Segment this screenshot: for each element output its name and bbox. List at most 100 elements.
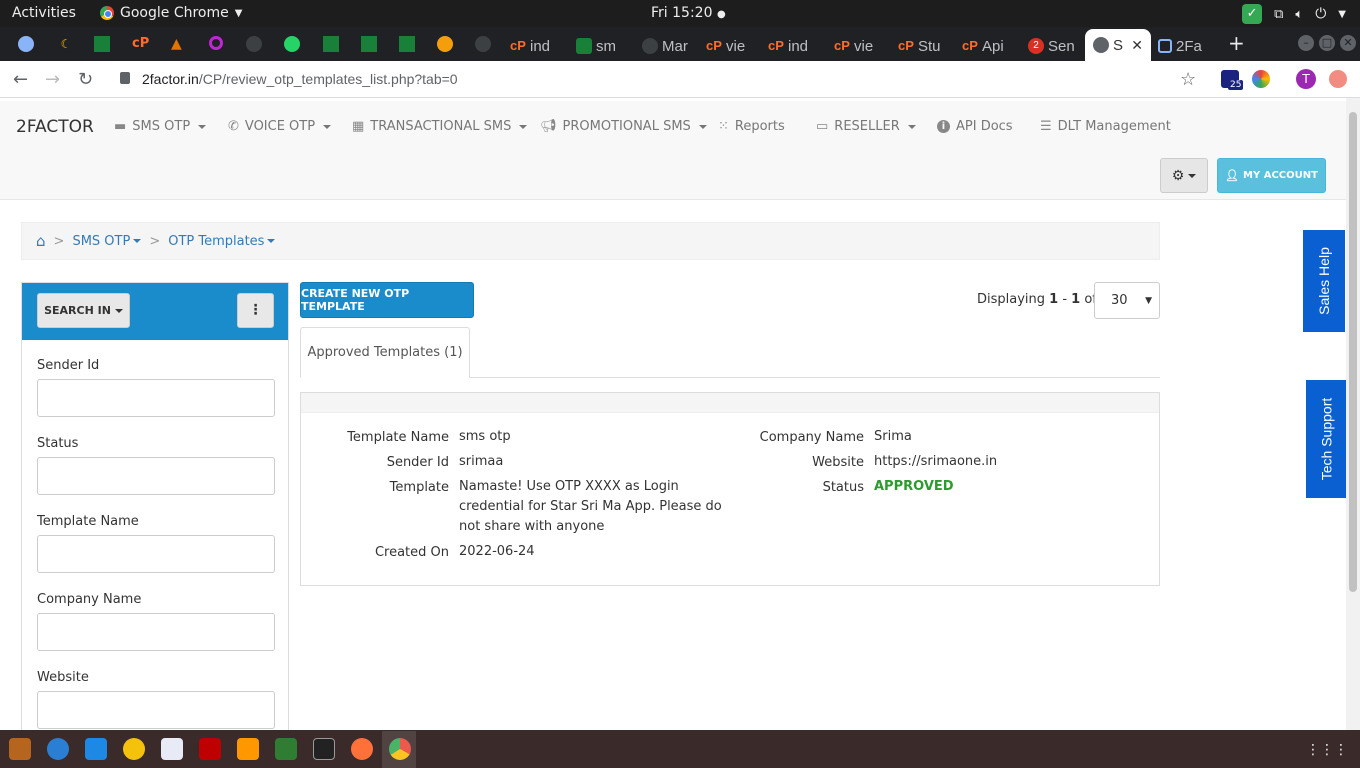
generic-tab-icon[interactable] (475, 36, 491, 52)
sheets-icon[interactable] (399, 36, 415, 52)
circle-icon[interactable] (437, 36, 453, 52)
filezilla-icon[interactable] (199, 738, 221, 760)
company-name-input[interactable] (37, 613, 275, 651)
profile-avatar[interactable]: T (1296, 69, 1316, 89)
warning-icon[interactable]: ▲ (171, 36, 187, 52)
breadcrumb: ⌂ > SMS OTP > OTP Templates (21, 222, 1160, 260)
browser-tab[interactable]: 2 Sen (1028, 31, 1080, 61)
template-name-input[interactable] (37, 535, 275, 573)
breadcrumb-sms-otp[interactable]: SMS OTP (72, 234, 142, 249)
lock-icon[interactable] (120, 72, 130, 84)
colorzilla-icon[interactable] (1252, 70, 1270, 88)
settings-button[interactable]: ⚙ (1160, 158, 1208, 193)
forward-arrow-icon[interactable]: → (45, 69, 60, 90)
update-icon[interactable] (1329, 70, 1347, 88)
per-page-select[interactable]: 30 ▼ (1094, 282, 1160, 319)
close-icon[interactable]: ✕ (1131, 37, 1143, 54)
dolphin-icon[interactable] (85, 738, 107, 760)
website-input[interactable] (37, 691, 275, 729)
system-tray[interactable]: ✓ ⧉ 🔈︎ ⏻ ▼ (1242, 4, 1346, 24)
browser-tab[interactable]: cP vie (834, 31, 886, 61)
address-bar[interactable]: 2factor.in/CP/review_otp_templates_list.… (142, 71, 458, 87)
system-clock[interactable]: Fri 15:20 ● (651, 5, 726, 21)
status-input[interactable] (37, 457, 275, 495)
browser-tab[interactable]: 2Fa (1158, 31, 1208, 61)
user-icon: 👤︎ (1225, 169, 1240, 182)
tech-support-tab[interactable]: Tech Support (1306, 380, 1346, 498)
nav-api-docs[interactable]: i API Docs (937, 119, 1013, 134)
new-tab-icon[interactable]: + (1228, 31, 1245, 55)
nav-promotional-sms[interactable]: 📢︎ PROMOTIONAL SMS (540, 119, 707, 134)
browser-tab[interactable]: cP ind (768, 31, 820, 61)
page-scrollbar[interactable] (1346, 98, 1360, 730)
minimize-icon[interactable]: – (1298, 35, 1314, 51)
browser-tab[interactable]: cP ind (510, 31, 562, 61)
reload-icon[interactable]: ↻ (78, 69, 93, 90)
nav-sms-otp[interactable]: ▬ SMS OTP (114, 119, 207, 134)
activities-button[interactable]: Activities (12, 5, 76, 21)
template-name-value: sms otp (459, 429, 511, 444)
create-template-button[interactable]: CREATE NEW OTP TEMPLATE (300, 282, 474, 318)
browser-tab[interactable]: cP Stu (898, 31, 950, 61)
cpanel-icon: cP (768, 38, 784, 53)
terminal-icon[interactable] (313, 738, 335, 760)
spreadsheet-icon[interactable] (275, 738, 297, 760)
search-in-button[interactable]: SEARCH IN (37, 293, 130, 328)
brand-logo[interactable]: 2FACTOR (16, 117, 94, 137)
sheets-icon[interactable] (361, 36, 377, 52)
template-tabs: Approved Templates (1) (300, 327, 1160, 378)
scrollbar-thumb[interactable] (1349, 112, 1357, 592)
tab-label: vie (854, 37, 874, 55)
tab-label: Api (982, 37, 1004, 55)
status-badge: APPROVED (874, 479, 954, 494)
hdd-icon: ▭ (816, 119, 829, 134)
maximize-icon[interactable]: □ (1319, 35, 1335, 51)
pinned-tab-icon[interactable] (18, 36, 34, 52)
nav-reports[interactable]: ⁙ Reports (718, 119, 785, 134)
sublime-icon[interactable] (237, 738, 259, 760)
nav-voice-otp[interactable]: ✆ VOICE OTP (228, 119, 332, 134)
nav-label: TRANSACTIONAL SMS (370, 119, 512, 134)
whatsapp-icon[interactable] (284, 36, 300, 52)
home-icon[interactable]: ⌂ (36, 232, 46, 250)
browser-tab[interactable]: cP Api (962, 31, 1014, 61)
thunderbird-icon[interactable] (47, 738, 69, 760)
files-cabinet-icon[interactable] (9, 738, 31, 760)
browser-tab[interactable]: sm (576, 31, 628, 61)
my-account-button[interactable]: 👤︎ MY ACCOUNT (1217, 158, 1326, 193)
range-start: 1 (1049, 292, 1059, 307)
check-shield-icon[interactable]: ✓ (1242, 4, 1263, 24)
nav-reseller[interactable]: ▭ RESELLER (816, 119, 916, 134)
breadcrumb-separator: > (149, 233, 161, 249)
generic-tab-icon[interactable] (246, 36, 262, 52)
app-menu[interactable]: Google Chrome ▼ (100, 5, 242, 21)
sheets-icon[interactable] (323, 36, 339, 52)
more-options-button[interactable]: ⋮ (237, 293, 274, 328)
star-icon[interactable]: ☆ (1180, 69, 1196, 90)
tux-icon[interactable] (123, 738, 145, 760)
sales-help-tab[interactable]: Sales Help (1303, 230, 1345, 332)
tab-approved-templates[interactable]: Approved Templates (1) (300, 327, 470, 378)
sheets-icon[interactable] (94, 36, 110, 52)
sender-id-input[interactable] (37, 379, 275, 417)
caret-down-icon (907, 124, 916, 129)
show-apps-icon[interactable]: ⋮⋮⋮ (1306, 742, 1348, 758)
breadcrumb-separator: > (53, 233, 65, 249)
circle-icon[interactable] (209, 36, 223, 50)
back-arrow-icon[interactable]: ← (13, 69, 28, 90)
close-window-icon[interactable]: ✕ (1340, 35, 1356, 51)
nav-transactional-sms[interactable]: ▦ TRANSACTIONAL SMS (352, 119, 528, 134)
search-sidebar: SEARCH IN ⋮ Sender Id Status Template Na… (21, 282, 289, 730)
nav-dlt-management[interactable]: ☰ DLT Management (1040, 119, 1171, 134)
firefox-icon[interactable] (351, 738, 373, 760)
browser-tab[interactable]: cP vie (706, 31, 758, 61)
created-on-value: 2022-06-24 (459, 544, 535, 559)
document-icon[interactable] (161, 738, 183, 760)
cpanel-icon[interactable]: cP (132, 36, 149, 52)
sidebar-header: SEARCH IN ⋮ (22, 283, 288, 340)
pinned-tab-icon[interactable]: ☾ (58, 36, 74, 52)
browser-tab[interactable]: Mar (642, 31, 694, 61)
breadcrumb-otp-templates[interactable]: OTP Templates (168, 234, 276, 249)
browser-tab-active[interactable]: S ✕ (1085, 29, 1151, 61)
caret-down-icon (698, 124, 707, 129)
